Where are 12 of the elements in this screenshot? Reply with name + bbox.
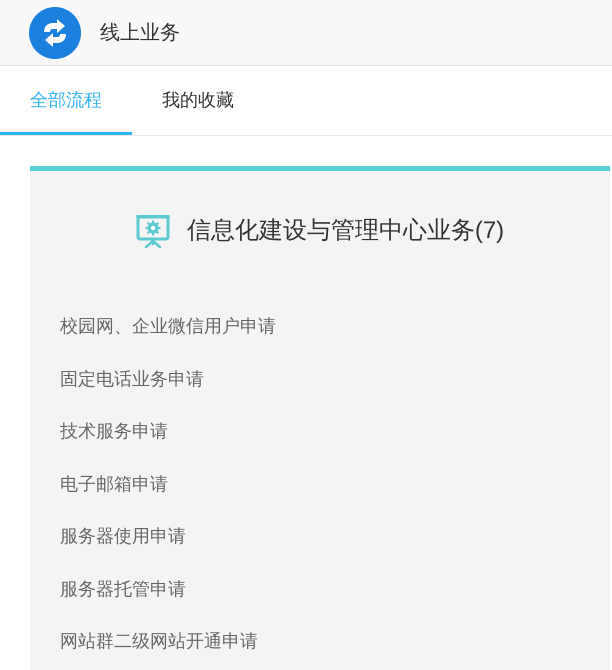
tab[interactable]: 我的收藏 — [132, 66, 264, 135]
process-link[interactable]: 技术服务申请 — [60, 418, 168, 444]
category-title: 信息化建设与管理中心业务(7) — [186, 216, 504, 246]
monitor-gear-icon — [136, 214, 170, 248]
process-link[interactable]: 校园网、企业微信用户申请 — [60, 313, 276, 340]
process-link[interactable]: 网站群二级网站开通申请 — [60, 628, 258, 654]
process-link[interactable]: 电子邮箱申请 — [60, 470, 168, 497]
process-link[interactable]: 固定电话业务申请 — [60, 366, 204, 392]
process-link[interactable]: 服务器托管申请 — [60, 576, 186, 602]
process-link[interactable]: 服务器使用申请 — [60, 523, 186, 550]
swap-arrows-logo-icon — [29, 6, 81, 58]
app-title: 线上业务 — [100, 20, 180, 46]
